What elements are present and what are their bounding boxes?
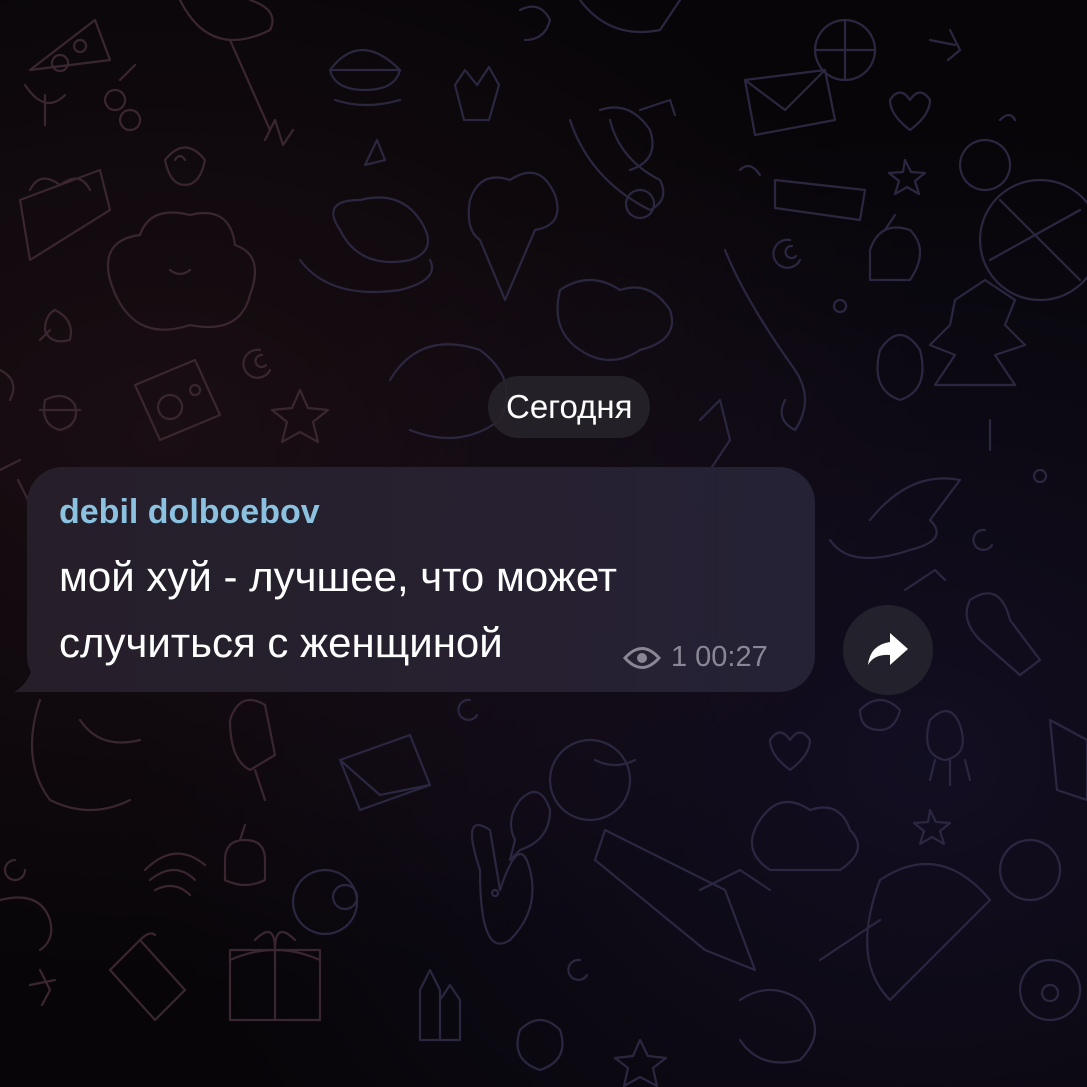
message-text-line-1: мой хуй - лучшее, что может — [59, 553, 618, 600]
view-count: 1 — [671, 641, 688, 673]
sender-name[interactable]: debil dolboebov — [59, 493, 320, 532]
date-separator-label: Сегодня — [506, 388, 633, 425]
message-text-line-2: случиться с женщиной — [59, 619, 503, 666]
message-time: 00:27 — [695, 641, 768, 673]
forward-button[interactable] — [843, 605, 933, 695]
message-meta: 1 00:27 — [623, 641, 768, 674]
message-bubble[interactable]: debil dolboebov мой хуй - лучшее, что мо… — [27, 467, 815, 692]
date-separator: Сегодня — [488, 376, 651, 438]
share-arrow-icon — [868, 633, 908, 665]
eye-icon — [623, 646, 661, 669]
